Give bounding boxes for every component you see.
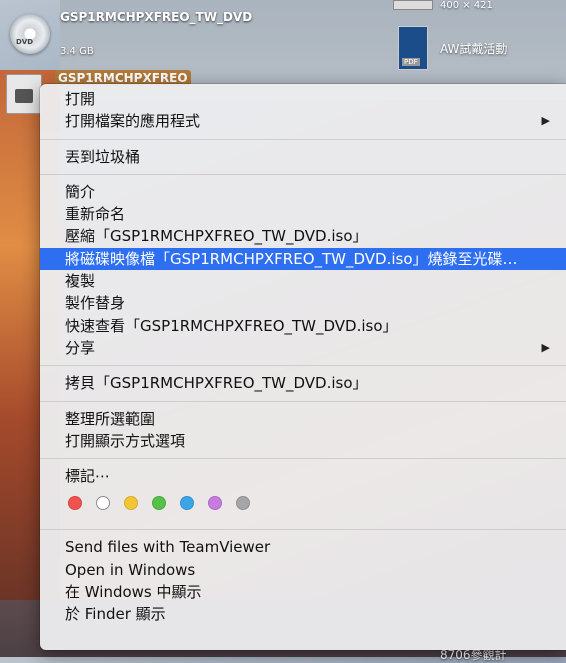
menu-item[interactable]: 重新命名	[40, 203, 566, 225]
pdf-file-icon[interactable]: PDF	[398, 26, 428, 70]
tag-purple-dot-icon[interactable]	[208, 496, 222, 511]
menu-item[interactable]: Open in Windows	[40, 559, 566, 581]
tag-color-row	[40, 487, 566, 523]
dvd-disc-icon[interactable]: DVD	[10, 14, 50, 54]
menu-item[interactable]: 於 Finder 顯示	[40, 603, 566, 625]
menu-item-label: 重新命名	[65, 205, 126, 224]
menu-item[interactable]: 簡介	[40, 181, 566, 203]
menu-item-label: 標記⋯	[65, 467, 111, 486]
menu-item-label: 製作替身	[65, 294, 126, 313]
menu-item-label: 打開檔案的應用程式	[65, 112, 201, 131]
menu-item[interactable]: 打開	[40, 88, 566, 110]
menu-item[interactable]: 複製	[40, 270, 566, 292]
menu-item-label: 於 Finder 顯示	[65, 605, 166, 624]
pdf-file-label: AW試戴活動	[440, 42, 508, 56]
menu-separator	[40, 458, 566, 460]
menu-item-label: 打開	[65, 90, 96, 108]
menu-item-label: 簡介	[65, 182, 96, 201]
tag-green-dot-icon[interactable]	[152, 496, 166, 511]
menu-item-label: 壓縮「GSP1RMCHPXFREO_TW_DVD.iso」	[65, 227, 368, 246]
menu-item[interactable]: 丟到垃圾桶	[40, 146, 566, 168]
menu-item-label: 丟到垃圾桶	[65, 147, 141, 166]
menu-item[interactable]: 製作替身	[40, 292, 566, 314]
menu-item[interactable]: 標記⋯	[40, 465, 566, 487]
submenu-arrow-icon: ▶	[541, 114, 550, 128]
menu-separator	[40, 400, 566, 402]
dvd-icon-text: DVD	[16, 38, 34, 46]
menu-separator	[40, 529, 566, 531]
tag-yellow-dot-icon[interactable]	[124, 496, 138, 511]
image-dimensions-label: 400 × 421	[440, 0, 493, 11]
iso-file-icon[interactable]	[6, 74, 42, 114]
tag-blue-dot-icon[interactable]	[180, 496, 194, 511]
tag-gray-dot-icon[interactable]	[236, 496, 250, 511]
menu-separator	[40, 138, 566, 140]
menu-item[interactable]: 在 Windows 中顯示	[40, 581, 566, 603]
menu-item-label: 快速查看「GSP1RMCHPXFREO_TW_DVD.iso」	[65, 316, 398, 335]
menu-separator	[40, 173, 566, 175]
menu-item[interactable]: 將磁碟映像檔「GSP1RMCHPXFREO_TW_DVD.iso」燒錄至光碟…	[40, 247, 566, 271]
menu-item[interactable]: 分享 ▶	[40, 337, 566, 359]
menu-item-label: 整理所選範圍	[65, 409, 156, 428]
menu-item[interactable]: 打開檔案的應用程式 ▶	[40, 110, 566, 132]
tag-gray-outline-dot-icon[interactable]	[96, 496, 110, 511]
menu-item[interactable]: 拷貝「GSP1RMCHPXFREO_TW_DVD.iso」	[40, 372, 566, 394]
menu-item[interactable]: 整理所選範圍	[40, 408, 566, 430]
menu-item[interactable]: 快速查看「GSP1RMCHPXFREO_TW_DVD.iso」	[40, 315, 566, 337]
context-menu: 打開打開檔案的應用程式 ▶ 丟到垃圾桶簡介重新命名壓縮「GSP1RMCHPXFREO…	[40, 84, 566, 650]
dvd-name-label: GSP1RMCHPXFREO_TW_DVD	[60, 10, 253, 24]
menu-item-label: Open in Windows	[65, 560, 196, 579]
menu-item-label: 打開顯示方式選項	[65, 431, 186, 450]
menu-separator	[40, 365, 566, 367]
menu-item[interactable]: Send files with TeamViewer	[40, 536, 566, 558]
image-thumbnail-icon[interactable]	[393, 0, 433, 10]
menu-item[interactable]: 壓縮「GSP1RMCHPXFREO_TW_DVD.iso」	[40, 225, 566, 247]
tag-red-dot-icon[interactable]	[68, 496, 82, 511]
menu-item-label: 拷貝「GSP1RMCHPXFREO_TW_DVD.iso」	[65, 374, 368, 393]
menu-item[interactable]: 打開顯示方式選項	[40, 430, 566, 452]
dvd-size-label: 3.4 GB	[60, 46, 94, 57]
submenu-arrow-icon: ▶	[541, 340, 550, 354]
menu-item-label: 將磁碟映像檔「GSP1RMCHPXFREO_TW_DVD.iso」燒錄至光碟…	[65, 249, 518, 268]
menu-item-label: 分享	[65, 338, 96, 357]
menu-item-label: 複製	[65, 272, 96, 291]
pdf-icon-text: PDF	[402, 58, 420, 66]
menu-item-label: Send files with TeamViewer	[65, 538, 271, 557]
menu-item-label: 在 Windows 中顯示	[65, 583, 202, 602]
